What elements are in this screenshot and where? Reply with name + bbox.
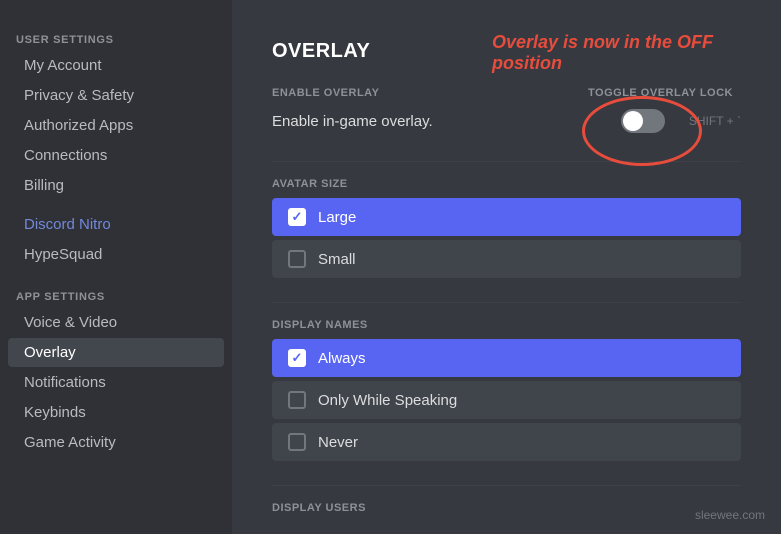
always-checkbox: ✓ — [288, 349, 306, 367]
sidebar-item-game-activity[interactable]: Game Activity — [8, 428, 224, 457]
sidebar-item-label: Billing — [24, 177, 64, 194]
never-checkbox — [288, 433, 306, 451]
avatar-size-section: AVATAR SIZE ✓ Large Small — [272, 178, 741, 278]
app-settings-section-label: APP SETTINGS — [0, 285, 232, 307]
enable-ingame-overlay-label: Enable in-game overlay. — [272, 113, 433, 130]
checkmark-icon: ✓ — [292, 350, 303, 366]
sidebar-item-overlay[interactable]: Overlay — [8, 338, 224, 367]
never-label: Never — [318, 434, 358, 451]
toggle-shortcut: SHIFT + ` — [689, 114, 741, 128]
sidebar-item-my-account[interactable]: My Account — [8, 51, 224, 80]
sidebar-item-keybinds[interactable]: Keybinds — [8, 398, 224, 427]
sidebar-item-label: My Account — [24, 57, 102, 74]
sidebar-item-label: Authorized Apps — [24, 117, 133, 134]
avatar-small-label: Small — [318, 251, 356, 268]
watermark: sleewee.com — [695, 508, 765, 522]
sidebar-item-privacy-safety[interactable]: Privacy & Safety — [8, 81, 224, 110]
enable-overlay-section: ENABLE OVERLAY TOGGLE OVERLAY LOCK Enabl… — [272, 87, 741, 133]
avatar-size-large[interactable]: ✓ Large — [272, 198, 741, 236]
only-while-speaking-checkbox — [288, 391, 306, 409]
display-users-section: DISPLAY USERS — [272, 502, 741, 514]
page-title: OVERLAY — [272, 40, 741, 63]
avatar-size-small[interactable]: Small — [272, 240, 741, 278]
sidebar-item-notifications[interactable]: Notifications — [8, 368, 224, 397]
always-label: Always — [318, 350, 366, 367]
display-names-never[interactable]: Never — [272, 423, 741, 461]
divider-3 — [272, 485, 741, 486]
sidebar-item-label: Keybinds — [24, 404, 86, 421]
divider-1 — [272, 161, 741, 162]
sidebar-item-label: Discord Nitro — [24, 216, 111, 233]
sidebar-item-label: Privacy & Safety — [24, 87, 134, 104]
toggle-knob — [623, 111, 643, 131]
overlay-right-group: SHIFT + ` — [621, 109, 741, 133]
display-users-label: DISPLAY USERS — [272, 502, 741, 514]
avatar-small-checkbox — [288, 250, 306, 268]
sidebar-item-authorized-apps[interactable]: Authorized Apps — [8, 111, 224, 140]
sidebar-item-connections[interactable]: Connections — [8, 141, 224, 170]
display-names-always[interactable]: ✓ Always — [272, 339, 741, 377]
sidebar-item-label: Overlay — [24, 344, 76, 361]
sidebar-item-label: Notifications — [24, 374, 106, 391]
avatar-size-label: AVATAR SIZE — [272, 178, 741, 190]
sidebar: USER SETTINGS My Account Privacy & Safet… — [0, 0, 232, 534]
sidebar-item-label: Voice & Video — [24, 314, 117, 331]
enable-overlay-toggle[interactable] — [621, 109, 665, 133]
main-content: Overlay is now in the OFF position OVERL… — [232, 0, 781, 534]
sidebar-item-voice-video[interactable]: Voice & Video — [8, 308, 224, 337]
display-names-only-while-speaking[interactable]: Only While Speaking — [272, 381, 741, 419]
divider-2 — [272, 302, 741, 303]
sidebar-item-billing[interactable]: Billing — [8, 171, 224, 200]
sidebar-item-discord-nitro[interactable]: Discord Nitro — [8, 210, 224, 239]
sidebar-item-label: HypeSquad — [24, 246, 102, 263]
sidebar-item-hypesquad[interactable]: HypeSquad — [8, 240, 224, 269]
enable-overlay-header: ENABLE OVERLAY TOGGLE OVERLAY LOCK — [272, 87, 741, 99]
toggle-overlay-lock-label: TOGGLE OVERLAY LOCK — [588, 87, 733, 99]
only-while-speaking-label: Only While Speaking — [318, 392, 457, 409]
sidebar-item-label: Game Activity — [24, 434, 116, 451]
avatar-large-label: Large — [318, 209, 356, 226]
enable-overlay-label: ENABLE OVERLAY — [272, 87, 379, 99]
user-settings-section-label: USER SETTINGS — [0, 28, 232, 50]
checkmark-icon: ✓ — [292, 209, 303, 225]
display-names-section: DISPLAY NAMES ✓ Always Only While Speaki… — [272, 319, 741, 461]
enable-overlay-row: Enable in-game overlay. SHIFT + ` — [272, 109, 741, 133]
display-names-label: DISPLAY NAMES — [272, 319, 741, 331]
sidebar-item-label: Connections — [24, 147, 107, 164]
avatar-large-checkbox: ✓ — [288, 208, 306, 226]
